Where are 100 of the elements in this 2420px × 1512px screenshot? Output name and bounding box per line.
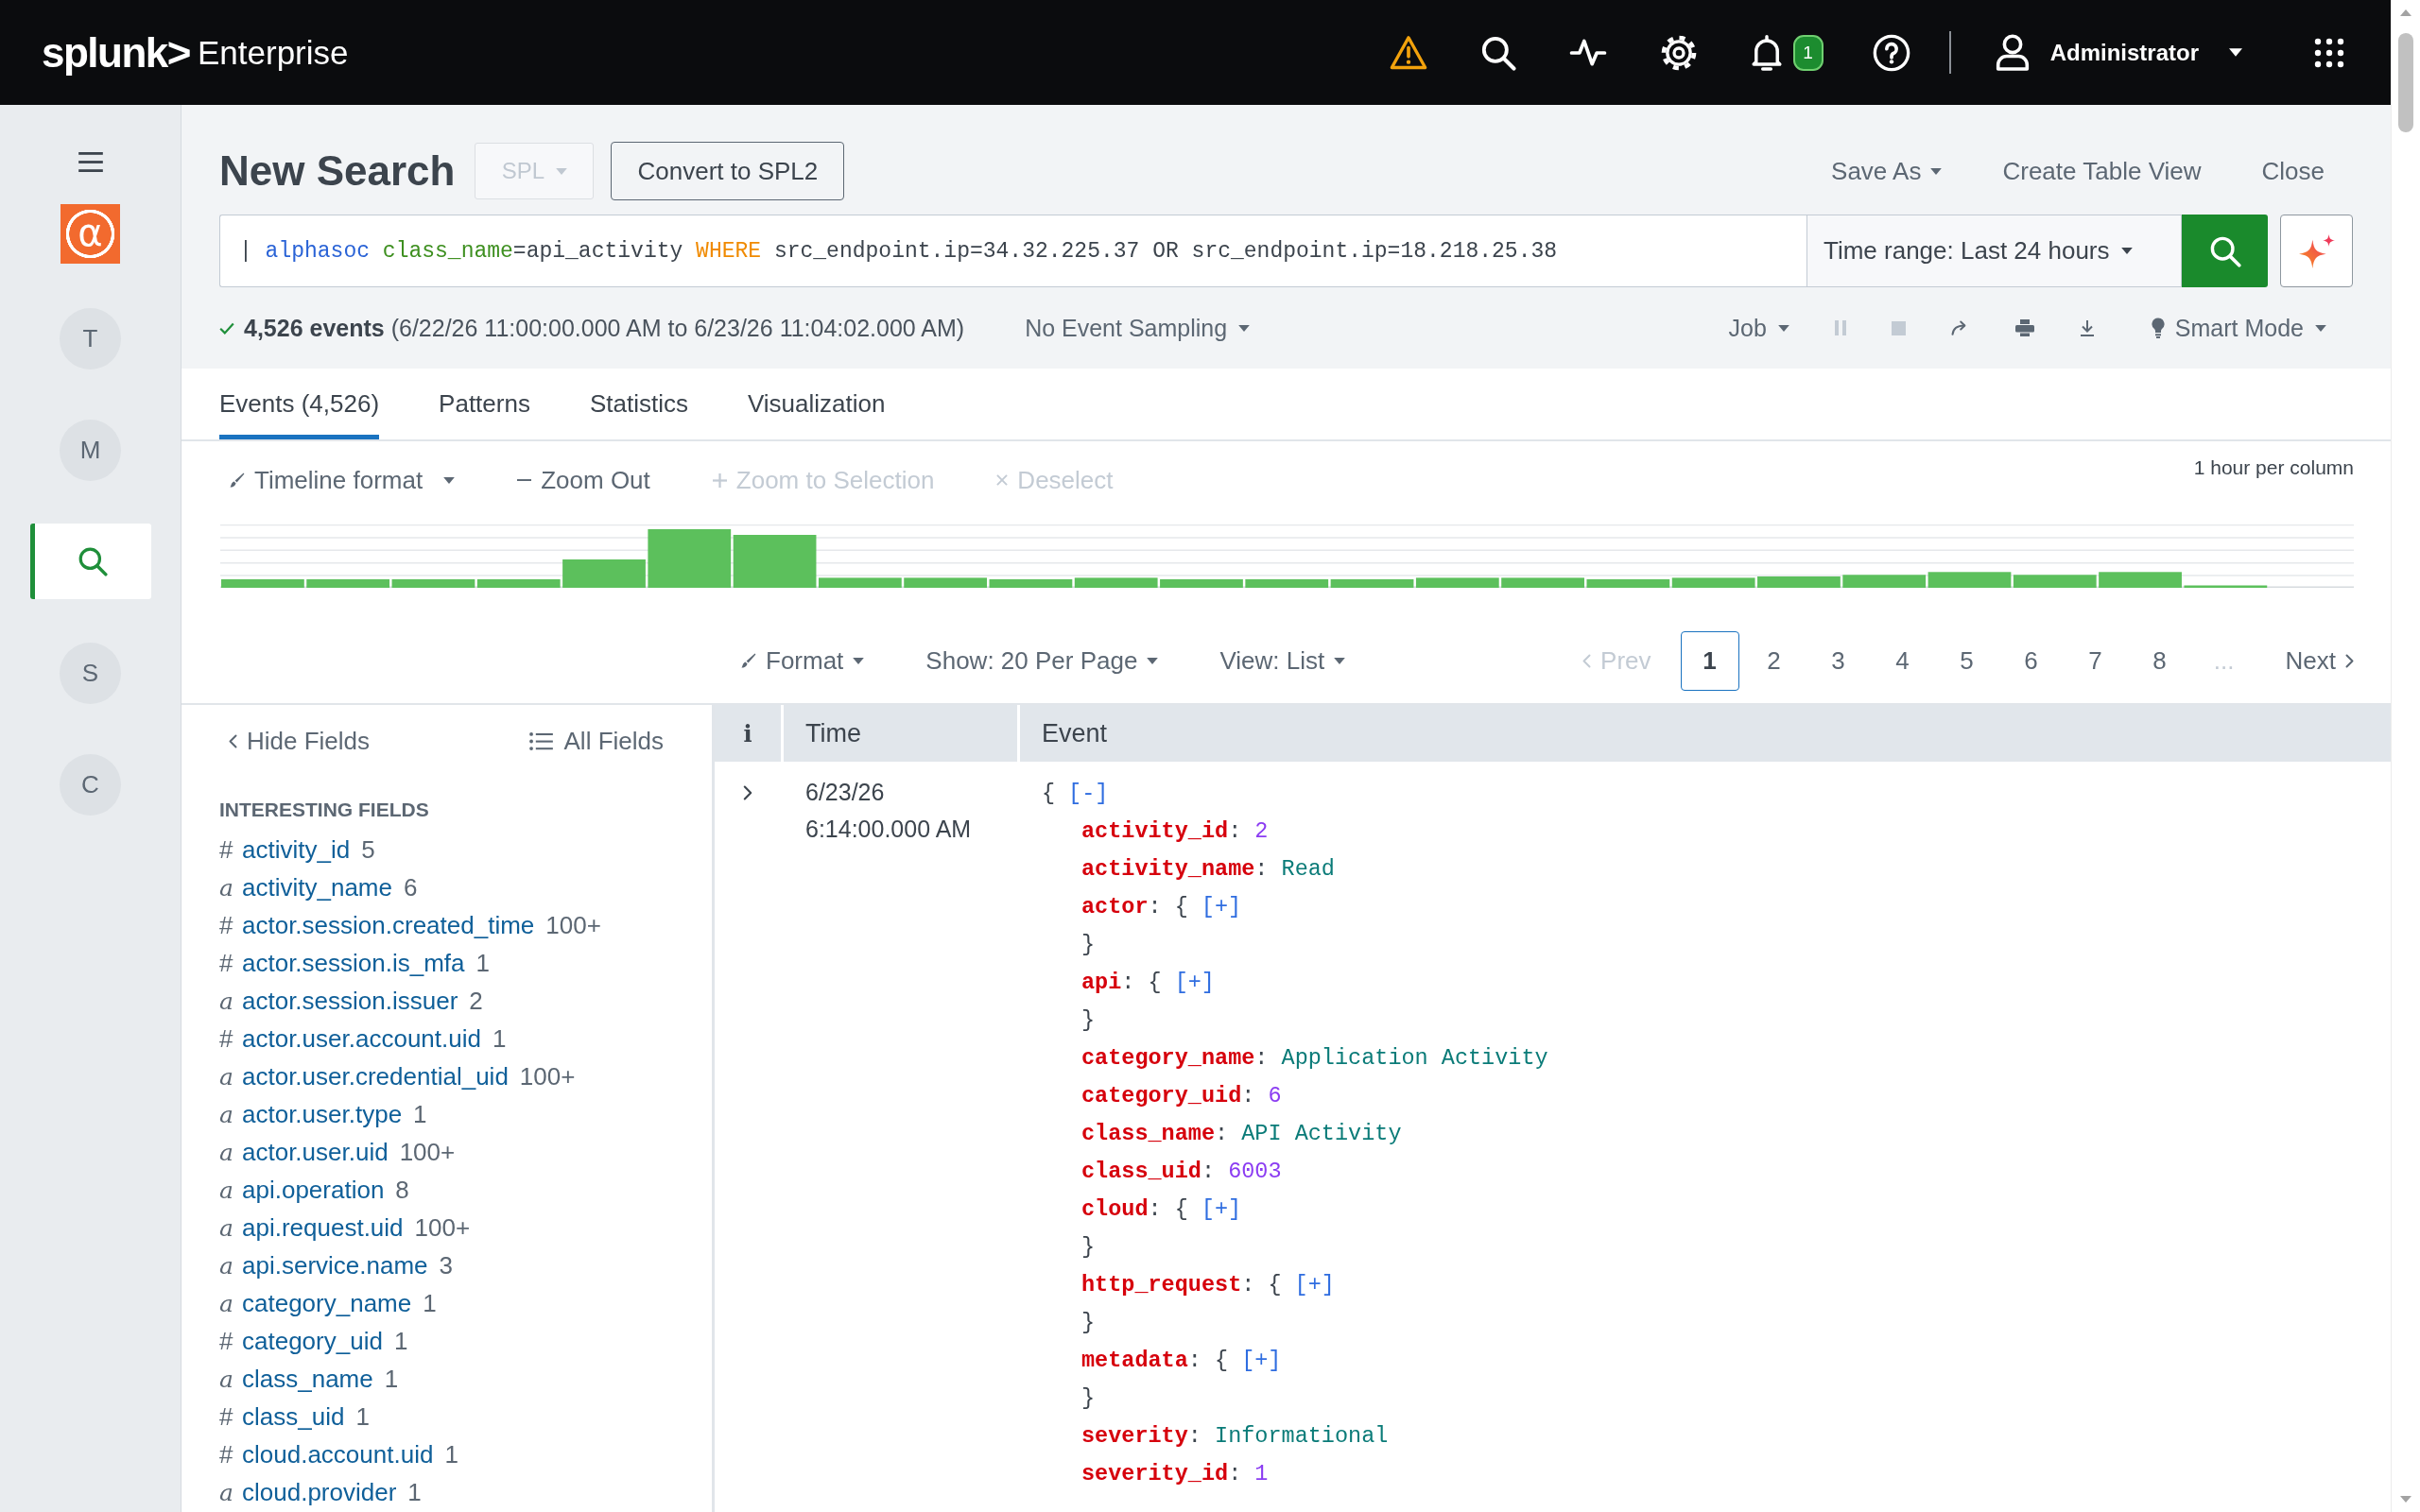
- sparkle-icon: [2298, 233, 2335, 268]
- page-button[interactable]: 4: [1873, 630, 1932, 691]
- page-button[interactable]: 8: [2130, 630, 2189, 691]
- json-field: activity_name: Read: [1081, 855, 1335, 882]
- tab[interactable]: Statistics: [589, 369, 688, 439]
- field-count: 1: [423, 1288, 437, 1318]
- view-dropdown[interactable]: View: List: [1219, 645, 1346, 676]
- column-header[interactable]: Event: [1020, 705, 2391, 762]
- field-link[interactable]: category_name: [242, 1288, 412, 1318]
- list-icon: [528, 731, 553, 750]
- field-link[interactable]: activity_id: [242, 834, 351, 865]
- search-input[interactable]: | alphasoc class_name=api_activity WHERE src_endpoint.ip=34.32.225.37 OR src_endpoint.ip=18.218.25.38: [219, 215, 1806, 287]
- page-button[interactable]: 5: [1937, 630, 1996, 691]
- job-dropdown[interactable]: Job: [1728, 314, 1789, 342]
- page-button[interactable]: 7: [2066, 630, 2125, 691]
- column-header: i: [715, 705, 781, 762]
- caret-icon: [1930, 167, 1943, 175]
- field-link[interactable]: actor.user.type: [242, 1099, 403, 1129]
- toggle-link[interactable]: [-]: [1068, 780, 1109, 806]
- time-range-dropdown[interactable]: Time range: Last 24 hours: [1806, 215, 2182, 287]
- json-field: http_request: {: [1081, 1271, 1282, 1297]
- json-field: metadata: {: [1081, 1347, 1229, 1373]
- field-link[interactable]: actor.session.created_time: [242, 910, 535, 940]
- sampling-dropdown[interactable]: No Event Sampling: [1025, 314, 1251, 342]
- field-count: 1: [492, 1023, 507, 1054]
- field-link[interactable]: api.operation: [242, 1175, 385, 1205]
- hide-fields-button[interactable]: Hide Fields: [229, 726, 371, 756]
- page-title: New Search: [219, 147, 456, 195]
- app-logo[interactable]: α: [60, 204, 120, 264]
- per-page-dropdown[interactable]: Show: 20 Per Page: [925, 645, 1159, 676]
- field-link[interactable]: api.request.uid: [242, 1212, 404, 1243]
- user-menu[interactable]: Administrator: [1995, 28, 2242, 77]
- convert-button[interactable]: Convert to SPL2: [611, 142, 845, 200]
- brand-logo: splunk>: [42, 31, 190, 74]
- page-button[interactable]: 1: [1680, 630, 1739, 691]
- field-link[interactable]: actor.user.uid: [242, 1137, 389, 1167]
- printer-icon[interactable]: [2014, 319, 2034, 336]
- app-nav-item[interactable]: M: [60, 419, 121, 481]
- mode-dropdown[interactable]: Smart Mode: [2151, 314, 2326, 342]
- header-link[interactable]: Create Table View: [2002, 156, 2202, 186]
- ai-assistant-button[interactable]: [2280, 215, 2353, 287]
- page-button[interactable]: 3: [1808, 630, 1868, 691]
- field-type-marker: a: [219, 987, 234, 1015]
- toggle-link[interactable]: [+]: [1201, 1195, 1242, 1222]
- minus-icon: [517, 478, 532, 482]
- search-nav-item[interactable]: [29, 524, 151, 599]
- json-brace: }: [1081, 931, 1096, 957]
- field-count: 8: [395, 1175, 409, 1205]
- field-link[interactable]: actor.user.account.uid: [242, 1023, 481, 1054]
- field-link[interactable]: actor.user.credential_uid: [242, 1061, 509, 1091]
- toggle-link[interactable]: [+]: [1294, 1271, 1335, 1297]
- page-button[interactable]: 2: [1744, 630, 1804, 691]
- caret-icon: [2120, 248, 2133, 254]
- field-type-marker: a: [219, 1138, 234, 1166]
- json-field: class_uid: 6003: [1081, 1158, 1282, 1184]
- settings-icon[interactable]: [1659, 33, 1698, 72]
- all-fields-button[interactable]: All Fields: [528, 726, 664, 756]
- tab[interactable]: Visualization: [747, 369, 886, 439]
- toggle-link[interactable]: [+]: [1201, 893, 1242, 919]
- timeline-format-dropdown[interactable]: Timeline format: [230, 465, 456, 495]
- toggle-link[interactable]: [+]: [1174, 969, 1215, 995]
- field-type-marker: a: [219, 1478, 234, 1506]
- search-submit-button[interactable]: [2182, 215, 2268, 287]
- field-link[interactable]: class_uid: [242, 1401, 345, 1432]
- plus-icon: [712, 472, 727, 488]
- field-link[interactable]: category_uid: [242, 1326, 383, 1356]
- warning-icon[interactable]: [1389, 35, 1427, 70]
- app-nav-item[interactable]: T: [60, 307, 121, 369]
- field-link[interactable]: activity_name: [242, 872, 392, 902]
- field-link[interactable]: actor.session.is_mfa: [242, 948, 465, 978]
- dots-grid-icon[interactable]: [2314, 37, 2344, 68]
- header-link[interactable]: Close: [2261, 156, 2325, 186]
- toggle-link[interactable]: [+]: [1241, 1347, 1282, 1373]
- pulse-icon[interactable]: [1568, 39, 1607, 66]
- app-nav-item[interactable]: S: [60, 642, 121, 704]
- field-link[interactable]: class_name: [242, 1364, 373, 1394]
- column-header[interactable]: Time: [784, 705, 1017, 762]
- field-count: 1: [355, 1401, 370, 1432]
- field-link[interactable]: api.service.name: [242, 1250, 428, 1280]
- header-dropdown[interactable]: Save As: [1831, 156, 1943, 186]
- chevron-right-icon[interactable]: [743, 785, 752, 800]
- page-button[interactable]: 6: [2001, 630, 2061, 691]
- next-page-button[interactable]: Next: [2285, 645, 2354, 676]
- json-field: cloud: {: [1081, 1195, 1188, 1222]
- field-link[interactable]: actor.session.issuer: [242, 986, 458, 1016]
- field-link[interactable]: cloud.provider: [242, 1477, 397, 1507]
- help-icon[interactable]: [1872, 33, 1910, 72]
- zoom-out-button[interactable]: Zoom Out: [517, 465, 650, 495]
- bell-icon[interactable]: [1750, 34, 1783, 71]
- field-count: 1: [444, 1439, 458, 1469]
- field-link[interactable]: cloud.account.uid: [242, 1439, 434, 1469]
- field-count: 2: [469, 986, 483, 1016]
- app-nav-item[interactable]: C: [60, 753, 121, 816]
- menu-icon[interactable]: [78, 152, 103, 172]
- search-icon[interactable]: [1479, 34, 1516, 71]
- tab[interactable]: Patterns: [439, 369, 530, 439]
- json-field: category_name: Application Activity: [1081, 1044, 1548, 1071]
- format-dropdown[interactable]: Format: [741, 645, 865, 676]
- download-icon[interactable]: [2079, 319, 2095, 336]
- scrollbar-thumb[interactable]: [2398, 33, 2413, 132]
